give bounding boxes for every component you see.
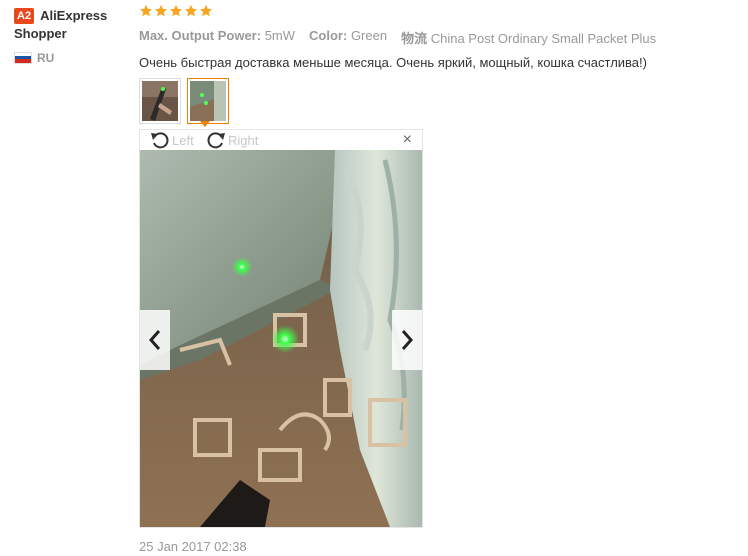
close-viewer-button[interactable]: × [403,130,412,150]
rotate-left-button[interactable]: Left [150,131,194,149]
reviewer-info: A2 AliExpress Shopper RU [14,6,134,65]
laser-pointer-photo-icon [142,81,178,121]
chevron-right-icon [401,330,414,350]
attribute-power: Max. Output Power: 5mW [139,28,296,43]
reviewer-name: A2 AliExpress Shopper [14,6,134,43]
reviewer-country: RU [14,51,134,65]
viewer-toolbar: Left Right × [140,130,422,150]
review-thumbnail-1[interactable] [139,78,181,124]
star-icon [184,4,198,17]
star-icon [199,4,213,17]
reviewer-name-second: Shopper [14,25,67,41]
next-image-button[interactable] [392,310,422,370]
image-viewer: Left Right × [139,129,423,528]
laser-photo-image [140,150,422,527]
attribute-logistics: 物流 China Post Ordinary Small Packet Plus [401,31,657,46]
star-icon [169,4,183,17]
rotate-right-button[interactable]: Right [206,131,258,149]
review-date: 25 Jan 2017 02:38 [139,539,247,554]
star-icon [139,4,153,17]
review-thumbnails [139,78,229,124]
review-thumbnail-2[interactable] [187,78,229,124]
russia-flag-icon [14,51,32,64]
laser-dot-photo-icon [190,81,226,121]
order-attributes: Max. Output Power: 5mW Color: Green 物流 C… [139,28,739,47]
active-thumbnail-caret [200,121,210,127]
rotate-left-icon [151,132,169,149]
country-code: RU [37,50,55,65]
review-body: Max. Output Power: 5mW Color: Green 物流 C… [139,4,739,70]
reviewer-name-first: AliExpress [40,7,108,23]
chevron-left-icon [148,330,161,350]
level-badge: A2 [14,7,35,24]
rotate-right-icon [207,132,225,149]
previous-image-button[interactable] [140,310,170,370]
star-icon [154,4,168,17]
attribute-color: Color: Green [309,28,388,43]
review-text: Очень быстрая доставка меньше месяца. Оч… [139,55,647,70]
review-photo [140,150,422,527]
star-rating [139,4,739,22]
